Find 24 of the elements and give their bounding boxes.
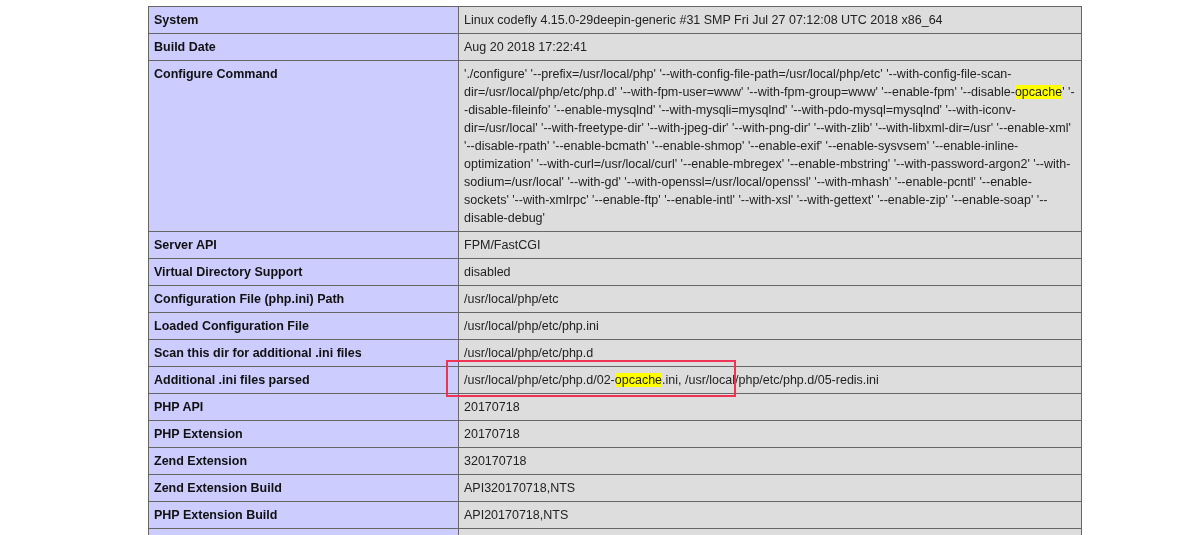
row-label: PHP Extension (148, 420, 459, 448)
row-label: Additional .ini files parsed (148, 366, 459, 394)
row-value: API20170718,NTS (458, 501, 1082, 529)
row-value: /usr/local/php/etc/php.ini (458, 312, 1082, 340)
row-value: Aug 20 2018 17:22:41 (458, 33, 1082, 61)
row-label: Configure Command (148, 60, 459, 232)
row-label: Zend Extension Build (148, 474, 459, 502)
row-value: FPM/FastCGI (458, 231, 1082, 259)
row-label: PHP API (148, 393, 459, 421)
row-value: 20170718 (458, 420, 1082, 448)
row-value: 320170718 (458, 447, 1082, 475)
row-label: Build Date (148, 33, 459, 61)
row-label: Server API (148, 231, 459, 259)
row-label: Configuration File (php.ini) Path (148, 285, 459, 313)
row-label: Zend Extension (148, 447, 459, 475)
row-value: API320170718,NTS (458, 474, 1082, 502)
row-label: Virtual Directory Support (148, 258, 459, 286)
row-label: Loaded Configuration File (148, 312, 459, 340)
row-value: Linux codefly 4.15.0-29deepin-generic #31 SMP Fri Jul 27 07:12:08 UTC 2018 x86_64 (458, 6, 1082, 34)
row-value: /usr/local/php/etc (458, 285, 1082, 313)
row-label: Scan this dir for additional .ini files (148, 339, 459, 367)
row-label: PHP Extension Build (148, 501, 459, 529)
row-value: disabled (458, 258, 1082, 286)
row-label: System (148, 6, 459, 34)
